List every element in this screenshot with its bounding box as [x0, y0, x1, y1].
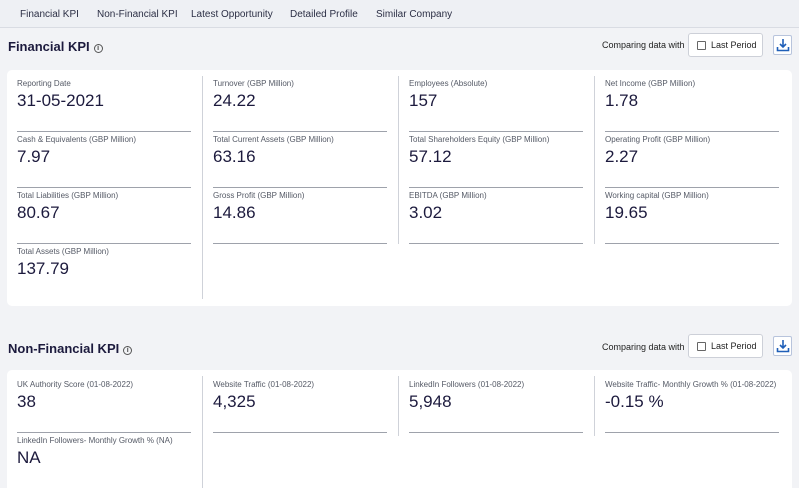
kpi-value: NA	[17, 448, 41, 467]
kpi-value: 4,325	[213, 392, 256, 411]
tab-financial-kpi[interactable]: Financial KPI	[20, 9, 79, 20]
kpi-value: 1.78	[605, 91, 639, 110]
last-period-label: Last Period	[711, 40, 757, 50]
kpi-value: 24.22	[213, 91, 256, 110]
kpi-value: 31-05-2021	[17, 91, 104, 110]
tab-similar-company[interactable]: Similar Company	[376, 9, 452, 20]
kpi-label: Website Traffic (01-08-2022)	[213, 380, 315, 389]
kpi-operating-profit: Operating Profit (GBP Million) 2.27	[605, 135, 779, 188]
kpi-label: LinkedIn Followers- Monthly Growth % (NA…	[17, 436, 173, 445]
tab-latest-opportunity[interactable]: Latest Opportunity	[191, 9, 273, 20]
kpi-linkedin-followers: LinkedIn Followers (01-08-2022) 5,948	[409, 380, 583, 433]
kpi-value: 63.16	[213, 147, 256, 166]
non-financial-kpi-card: UK Authority Score (01-08-2022) 38 Websi…	[7, 370, 792, 488]
kpi-cash-equivalents: Cash & Equivalents (GBP Million) 7.97	[17, 135, 191, 188]
kpi-label: Total Assets (GBP Million)	[17, 247, 109, 256]
kpi-label: Employees (Absolute)	[409, 79, 488, 88]
kpi-label: Website Traffic- Monthly Growth % (01-08…	[605, 380, 777, 389]
last-period-toggle[interactable]: Last Period	[688, 334, 763, 358]
kpi-label: LinkedIn Followers (01-08-2022)	[409, 380, 525, 389]
comparing-data-label: Comparing data with	[602, 342, 685, 352]
kpi-label: EBITDA (GBP Million)	[409, 191, 487, 200]
kpi-label: Net Income (GBP Million)	[605, 79, 696, 88]
info-icon[interactable]: i	[93, 44, 103, 53]
kpi-linkedin-followers-growth: LinkedIn Followers- Monthly Growth % (NA…	[17, 436, 191, 488]
kpi-net-income: Net Income (GBP Million) 1.78	[605, 79, 779, 132]
kpi-total-assets: Total Assets (GBP Million) 137.79	[17, 247, 191, 300]
kpi-label: Total Shareholders Equity (GBP Million)	[409, 135, 550, 144]
kpi-total-current-assets: Total Current Assets (GBP Million) 63.16	[213, 135, 387, 188]
column-divider	[202, 376, 203, 488]
non-financial-kpi-title-text: Non-Financial KPI	[8, 341, 120, 356]
kpi-label: Gross Profit (GBP Million)	[213, 191, 305, 200]
kpi-value: 137.79	[17, 259, 69, 278]
checkbox-icon[interactable]	[697, 41, 706, 50]
tab-non-financial-kpi[interactable]: Non-Financial KPI	[97, 9, 178, 20]
kpi-reporting-date: Reporting Date 31-05-2021	[17, 79, 191, 132]
kpi-value: -0.15 %	[605, 392, 664, 411]
kpi-label: Total Liabilities (GBP Million)	[17, 191, 119, 200]
kpi-value: 38	[17, 392, 36, 411]
last-period-label: Last Period	[711, 341, 757, 351]
column-divider	[398, 376, 399, 436]
kpi-total-liabilities: Total Liabilities (GBP Million) 80.67	[17, 191, 191, 244]
tab-bar: Financial KPI Non-Financial KPI Latest O…	[0, 0, 799, 28]
kpi-value: 19.65	[605, 203, 648, 222]
kpi-website-traffic: Website Traffic (01-08-2022) 4,325	[213, 380, 387, 433]
checkbox-icon[interactable]	[697, 342, 706, 351]
kpi-value: 7.97	[17, 147, 51, 166]
comparing-data-label: Comparing data with	[602, 40, 685, 50]
column-divider	[398, 76, 399, 244]
kpi-working-capital: Working capital (GBP Million) 19.65	[605, 191, 779, 244]
kpi-value: 2.27	[605, 147, 639, 166]
financial-kpi-card: Reporting Date 31-05-2021 Turnover (GBP …	[7, 70, 792, 306]
kpi-label: Working capital (GBP Million)	[605, 191, 709, 200]
kpi-label: Turnover (GBP Million)	[213, 79, 294, 88]
last-period-toggle[interactable]: Last Period	[688, 33, 763, 57]
kpi-total-shareholders-equity: Total Shareholders Equity (GBP Million) …	[409, 135, 583, 188]
download-button[interactable]	[773, 35, 792, 55]
column-divider	[202, 76, 203, 299]
kpi-turnover: Turnover (GBP Million) 24.22	[213, 79, 387, 132]
download-icon	[776, 39, 790, 52]
download-button[interactable]	[773, 336, 792, 356]
kpi-employees: Employees (Absolute) 157	[409, 79, 583, 132]
column-divider	[594, 376, 595, 436]
info-icon[interactable]: i	[123, 346, 133, 355]
kpi-value: 80.67	[17, 203, 60, 222]
tab-detailed-profile[interactable]: Detailed Profile	[290, 9, 358, 20]
kpi-value: 5,948	[409, 392, 452, 411]
download-icon	[776, 340, 790, 353]
kpi-value: 57.12	[409, 147, 452, 166]
kpi-value: 14.86	[213, 203, 256, 222]
non-financial-kpi-title: Non-Financial KPI i	[8, 341, 133, 356]
kpi-value: 157	[409, 91, 438, 110]
column-divider	[594, 76, 595, 244]
kpi-label: Operating Profit (GBP Million)	[605, 135, 711, 144]
financial-kpi-title-text: Financial KPI	[8, 39, 90, 54]
kpi-label: Reporting Date	[17, 79, 71, 88]
kpi-label: Cash & Equivalents (GBP Million)	[17, 135, 137, 144]
kpi-label: Total Current Assets (GBP Million)	[213, 135, 334, 144]
financial-kpi-title: Financial KPI i	[8, 39, 103, 54]
kpi-value: 3.02	[409, 203, 443, 222]
kpi-uk-authority-score: UK Authority Score (01-08-2022) 38	[17, 380, 191, 433]
kpi-label: UK Authority Score (01-08-2022)	[17, 380, 134, 389]
kpi-ebitda: EBITDA (GBP Million) 3.02	[409, 191, 583, 244]
kpi-website-traffic-growth: Website Traffic- Monthly Growth % (01-08…	[605, 380, 779, 433]
kpi-gross-profit: Gross Profit (GBP Million) 14.86	[213, 191, 387, 244]
